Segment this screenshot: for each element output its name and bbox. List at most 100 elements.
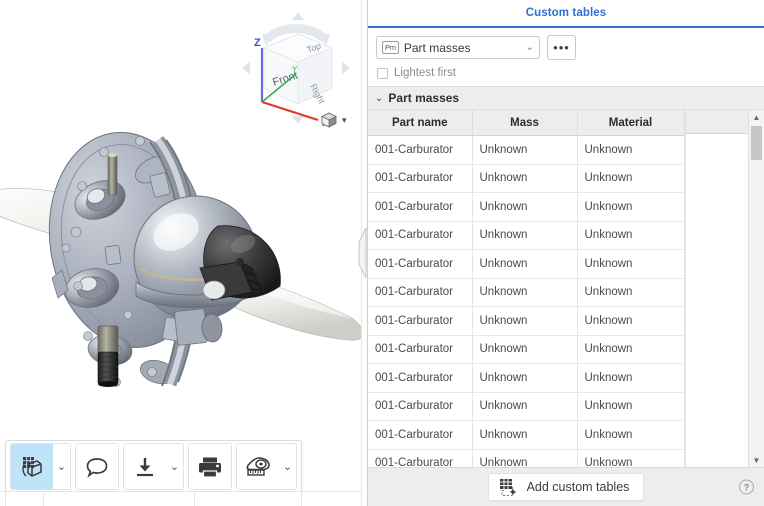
cell-mass: Unknown — [472, 363, 578, 393]
arrow-up-icon — [292, 12, 304, 20]
lightest-first-checkbox[interactable] — [377, 67, 388, 79]
cell-part-name: 001-Carburator — [368, 420, 473, 450]
cell-mass: Unknown — [472, 449, 578, 467]
axis-label-z: Z — [254, 37, 261, 49]
cell-material: Unknown — [577, 420, 685, 450]
column-header-mass[interactable]: Mass — [472, 110, 578, 136]
help-icon[interactable]: ? — [739, 479, 754, 495]
tool-group-measure: ⌄ — [236, 443, 297, 490]
add-custom-tables-button[interactable]: Add custom tables — [487, 473, 645, 501]
cell-mass: Unknown — [472, 392, 578, 421]
cell-part-name: 001-Carburator — [368, 335, 473, 364]
cell-material: Unknown — [577, 192, 685, 222]
scroll-thumb[interactable] — [751, 126, 762, 160]
part-masses-table-area: Part name Mass Material 001-Carburator Un… — [368, 110, 764, 467]
3d-viewport[interactable]: Top Front Right Z X Y — [0, 0, 366, 506]
print-button[interactable] — [189, 444, 231, 489]
view-cube-caret-icon[interactable]: ▾ — [342, 115, 347, 125]
tool-group-comment — [75, 443, 119, 490]
chevron-down-icon[interactable]: ⌄ — [526, 42, 534, 53]
measure-dropdown-caret[interactable]: ⌄ — [279, 444, 296, 489]
scroll-down-arrow[interactable]: ▼ — [749, 453, 764, 467]
cell-material: Unknown — [577, 392, 685, 421]
panel-tab-bar: Custom tables — [368, 0, 764, 28]
cell-material: Unknown — [577, 335, 685, 364]
cell-part-name: 001-Carburator — [368, 135, 473, 165]
view-cube-widget[interactable]: Top Front Right Z X Y — [236, 4, 356, 129]
viewport-bottom-strip — [0, 491, 366, 506]
cell-mass: Unknown — [472, 164, 578, 193]
view-cube-icon[interactable] — [320, 111, 338, 129]
tab-custom-tables[interactable]: Custom tables — [526, 7, 607, 19]
table-row[interactable]: 001-Carburator Unknown Unknown — [368, 335, 685, 364]
measure-button[interactable] — [237, 444, 279, 489]
table-row[interactable]: 001-Carburator Unknown Unknown — [368, 164, 685, 193]
tool-group-print — [188, 443, 232, 490]
cell-part-name: 001-Carburator — [368, 192, 473, 222]
part-masses-table: Part name Mass Material 001-Carburator Un… — [368, 110, 685, 467]
lightest-first-row[interactable]: Lightest first — [368, 60, 764, 86]
section-view-dropdown-caret[interactable]: ⌄ — [53, 444, 70, 489]
column-header-material[interactable]: Material — [577, 110, 685, 136]
view-mode-control[interactable]: ▾ — [320, 109, 364, 131]
cell-material: Unknown — [577, 306, 685, 336]
add-custom-tables-label: Add custom tables — [526, 480, 630, 494]
cell-part-name: 001-Carburator — [368, 164, 473, 193]
table-row[interactable]: 001-Carburator Unknown Unknown — [368, 392, 685, 421]
cell-mass: Unknown — [472, 249, 578, 279]
more-options-button[interactable]: ••• — [547, 35, 576, 60]
cell-material: Unknown — [577, 449, 685, 467]
table-vertical-scrollbar[interactable]: ▲ ▼ — [748, 110, 764, 467]
cell-part-name: 001-Carburator — [368, 306, 473, 336]
table-empty-column — [685, 110, 748, 467]
table-row[interactable]: 001-Carburator Unknown Unknown — [368, 306, 685, 336]
table-row[interactable]: 001-Carburator Unknown Unknown — [368, 135, 685, 165]
scroll-track[interactable] — [749, 124, 764, 453]
cell-part-name: 001-Carburator — [368, 363, 473, 393]
table-row[interactable]: 001-Carburator Unknown Unknown — [368, 363, 685, 393]
table-row[interactable]: 001-Carburator Unknown Unknown — [368, 449, 685, 467]
cell-part-name: 001-Carburator — [368, 392, 473, 421]
section-view-icon — [22, 456, 42, 477]
column-header-part-name[interactable]: Part name — [368, 110, 473, 136]
table-select[interactable]: Pm Part masses ⌄ — [376, 36, 540, 59]
comment-icon — [86, 457, 108, 478]
table-header-row: Part name Mass Material — [368, 110, 685, 136]
tool-group-export: ⌄ — [123, 443, 184, 490]
cell-mass: Unknown — [472, 335, 578, 364]
section-view-button[interactable] — [11, 444, 53, 489]
cell-material: Unknown — [577, 278, 685, 307]
arrow-left-icon — [242, 62, 250, 74]
part-masses-section-header[interactable]: ⌄ Part masses — [368, 86, 764, 110]
cell-material: Unknown — [577, 363, 685, 393]
chevron-down-icon[interactable]: ⌄ — [375, 93, 383, 104]
download-button[interactable] — [124, 444, 166, 489]
axis-label-y: Y — [292, 65, 298, 74]
table-body: 001-Carburator Unknown Unknown 001-Carburat… — [368, 135, 685, 467]
comment-button[interactable] — [76, 444, 118, 489]
viewport-toolbar: ⌄ ⌄ ⌄ — [5, 440, 302, 493]
cell-material: Unknown — [577, 221, 685, 250]
measure-tape-icon — [246, 456, 270, 476]
download-dropdown-caret[interactable]: ⌄ — [166, 444, 183, 489]
table-row[interactable]: 001-Carburator Unknown Unknown — [368, 192, 685, 222]
cell-mass: Unknown — [472, 135, 578, 165]
cad-app-window: Top Front Right Z X Y — [0, 0, 764, 506]
scroll-up-arrow[interactable]: ▲ — [749, 110, 764, 124]
cell-part-name: 001-Carburator — [368, 249, 473, 279]
arrow-down-icon — [292, 116, 304, 124]
table-row[interactable]: 001-Carburator Unknown Unknown — [368, 249, 685, 279]
table-row[interactable]: 001-Carburator Unknown Unknown — [368, 221, 685, 250]
arrow-right-icon — [342, 62, 350, 74]
table-row[interactable]: 001-Carburator Unknown Unknown — [368, 278, 685, 307]
cell-part-name: 001-Carburator — [368, 449, 473, 467]
table-row[interactable]: 001-Carburator Unknown Unknown — [368, 420, 685, 450]
add-table-icon — [499, 478, 516, 496]
table-select-value: Part masses — [403, 40, 471, 55]
section-title: Part masses — [388, 91, 460, 105]
table-scroll-region[interactable]: Part name Mass Material 001-Carburator Un… — [368, 110, 685, 467]
panel-footer: Add custom tables ? — [368, 467, 764, 506]
cell-mass: Unknown — [472, 221, 578, 250]
tool-group-section: ⌄ — [10, 443, 71, 490]
print-icon — [199, 457, 221, 478]
